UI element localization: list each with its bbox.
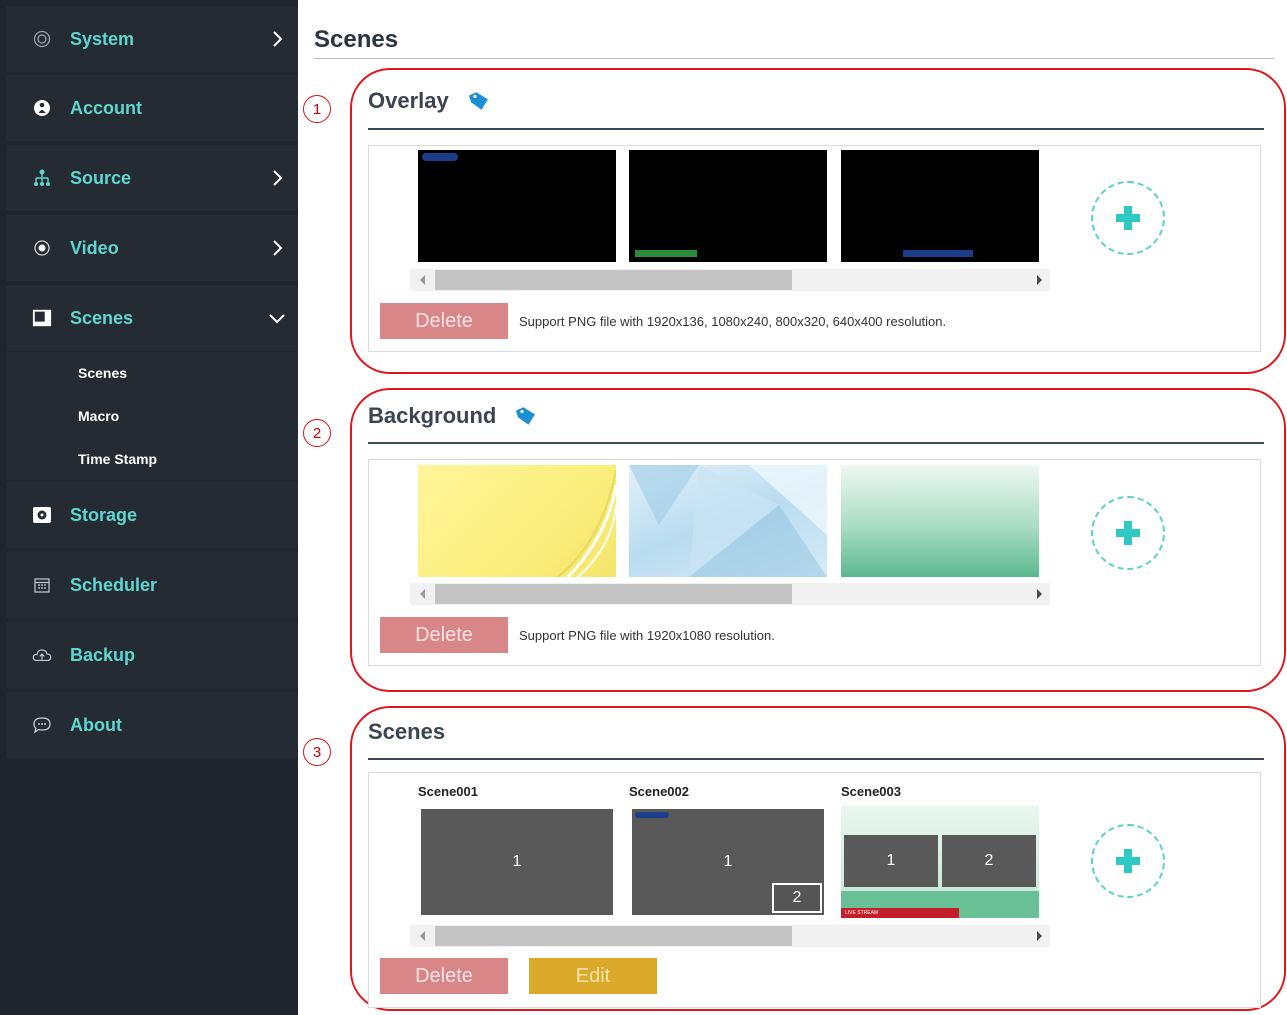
sidebar-subitem-scenes[interactable]: Scenes xyxy=(6,352,298,394)
overlay-scrollbar[interactable] xyxy=(410,269,1050,291)
overlay-section-title: Overlay xyxy=(368,88,491,114)
sidebar-item-label: Backup xyxy=(70,644,136,665)
overlay-graphic xyxy=(422,153,458,161)
sidebar-item-label: Scheduler xyxy=(70,574,158,595)
sidebar-subitem-time-stamp[interactable]: Time Stamp xyxy=(6,438,298,480)
page-title: Scenes xyxy=(314,26,399,53)
background-support-note: Support PNG file with 1920x1080 resoluti… xyxy=(519,628,775,643)
annotation-marker-3: 3 xyxy=(303,738,331,766)
annotation-marker-2: 2 xyxy=(303,419,331,447)
sidebar-item-label: Account xyxy=(70,97,142,118)
sidebar-item-label: About xyxy=(70,714,122,735)
tag-icon xyxy=(468,92,488,110)
scene-name: Scene001 xyxy=(418,784,478,799)
background-title-text: Background xyxy=(368,403,497,428)
scroll-left-icon[interactable] xyxy=(420,931,425,941)
background-scrollbar[interactable] xyxy=(410,583,1050,605)
sidebar: System Account Source Video Scenes Scene… xyxy=(0,0,298,1015)
scene-window: 2 xyxy=(772,883,822,913)
chevron-right-icon xyxy=(273,170,283,186)
scroll-right-icon[interactable] xyxy=(1037,931,1042,941)
scene-thumbnail-2[interactable]: 1 2 xyxy=(629,806,827,918)
scrollbar-thumb[interactable] xyxy=(435,926,792,946)
scrollbar-thumb[interactable] xyxy=(435,584,792,604)
scroll-right-icon[interactable] xyxy=(1037,275,1042,285)
plus-icon xyxy=(1116,521,1140,545)
tag-icon xyxy=(516,407,536,425)
overlay-delete-button[interactable]: Delete xyxy=(380,303,508,339)
scene-thumbnail-3[interactable]: 1 2 LIVE STREAM xyxy=(841,806,1039,918)
scenes-add-button[interactable] xyxy=(1091,824,1165,898)
scroll-left-icon[interactable] xyxy=(420,275,425,285)
scenes-divider xyxy=(368,758,1264,760)
scenes-section-title: Scenes xyxy=(368,719,445,745)
sidebar-item-about[interactable]: About xyxy=(6,692,298,758)
overlay-thumbnail-3[interactable] xyxy=(841,150,1039,262)
overlay-title-text: Overlay xyxy=(368,88,449,113)
scroll-right-icon[interactable] xyxy=(1037,589,1042,599)
polygon-graphic xyxy=(629,465,827,577)
sidebar-item-label: Video xyxy=(70,237,119,258)
chevron-down-icon xyxy=(269,314,285,324)
sidebar-item-account[interactable]: Account xyxy=(6,75,298,141)
plus-icon xyxy=(1116,206,1140,230)
scenes-edit-button[interactable]: Edit xyxy=(529,958,657,994)
overlay-add-button[interactable] xyxy=(1091,181,1165,255)
background-section-title: Background xyxy=(368,403,538,429)
sidebar-item-scheduler[interactable]: Scheduler xyxy=(6,552,298,618)
sidebar-item-video[interactable]: Video xyxy=(6,215,298,281)
title-divider xyxy=(314,58,1274,59)
overlay-graphic xyxy=(635,250,697,257)
chevron-right-icon xyxy=(273,240,283,256)
background-divider xyxy=(368,442,1264,444)
background-thumbnail-2[interactable] xyxy=(629,465,827,577)
plus-icon xyxy=(1116,849,1140,873)
network-tree-icon xyxy=(32,168,52,188)
wave-graphic xyxy=(557,469,616,577)
scene-window: 1 xyxy=(421,809,613,915)
scrollbar-thumb[interactable] xyxy=(435,270,792,290)
sidebar-subitem-macro[interactable]: Macro xyxy=(6,395,298,437)
sidebar-item-label: Storage xyxy=(70,504,138,525)
calendar-icon xyxy=(32,575,52,595)
overlay-graphic xyxy=(635,812,669,818)
overlay-graphic xyxy=(903,250,973,257)
sidebar-item-scenes[interactable]: Scenes xyxy=(6,285,298,351)
cloud-upload-icon xyxy=(32,645,52,665)
sidebar-item-label: System xyxy=(70,28,135,49)
overlay-divider xyxy=(368,128,1264,130)
sidebar-item-system[interactable]: System xyxy=(6,6,298,72)
annotation-marker-1: 1 xyxy=(303,95,331,123)
sidebar-item-backup[interactable]: Backup xyxy=(6,622,298,688)
sidebar-item-storage[interactable]: Storage xyxy=(6,482,298,548)
hard-drive-icon xyxy=(32,505,52,525)
background-add-button[interactable] xyxy=(1091,496,1165,570)
scene-name: Scene003 xyxy=(841,784,901,799)
scene-name: Scene002 xyxy=(629,784,689,799)
background-thumbnail-1[interactable] xyxy=(418,465,616,577)
overlay-support-note: Support PNG file with 1920x136, 1080x240… xyxy=(519,314,947,329)
radio-dot-icon xyxy=(32,238,52,258)
scenes-delete-button[interactable]: Delete xyxy=(380,958,508,994)
sidebar-item-source[interactable]: Source xyxy=(6,145,298,211)
chat-dots-icon xyxy=(32,715,52,735)
scene-thumbnail-1[interactable]: 1 xyxy=(418,806,616,918)
scenes-title-text: Scenes xyxy=(368,719,446,744)
user-circle-icon xyxy=(32,98,52,118)
sidebar-item-label: Scenes xyxy=(70,307,134,328)
overlay-thumbnail-2[interactable] xyxy=(629,150,827,262)
circle-target-icon xyxy=(32,29,52,49)
scroll-left-icon[interactable] xyxy=(420,589,425,599)
scenes-square-icon xyxy=(32,308,52,328)
chevron-right-icon xyxy=(273,31,283,47)
scene-window: 2 xyxy=(942,835,1036,887)
scene-window: 1 xyxy=(844,835,938,887)
overlay-thumbnail-1[interactable] xyxy=(418,150,616,262)
sidebar-item-label: Source xyxy=(70,167,132,188)
scenes-scrollbar[interactable] xyxy=(410,925,1050,947)
live-stream-banner: LIVE STREAM xyxy=(841,908,959,918)
background-thumbnail-3[interactable] xyxy=(841,465,1039,577)
background-delete-button[interactable]: Delete xyxy=(380,617,508,653)
